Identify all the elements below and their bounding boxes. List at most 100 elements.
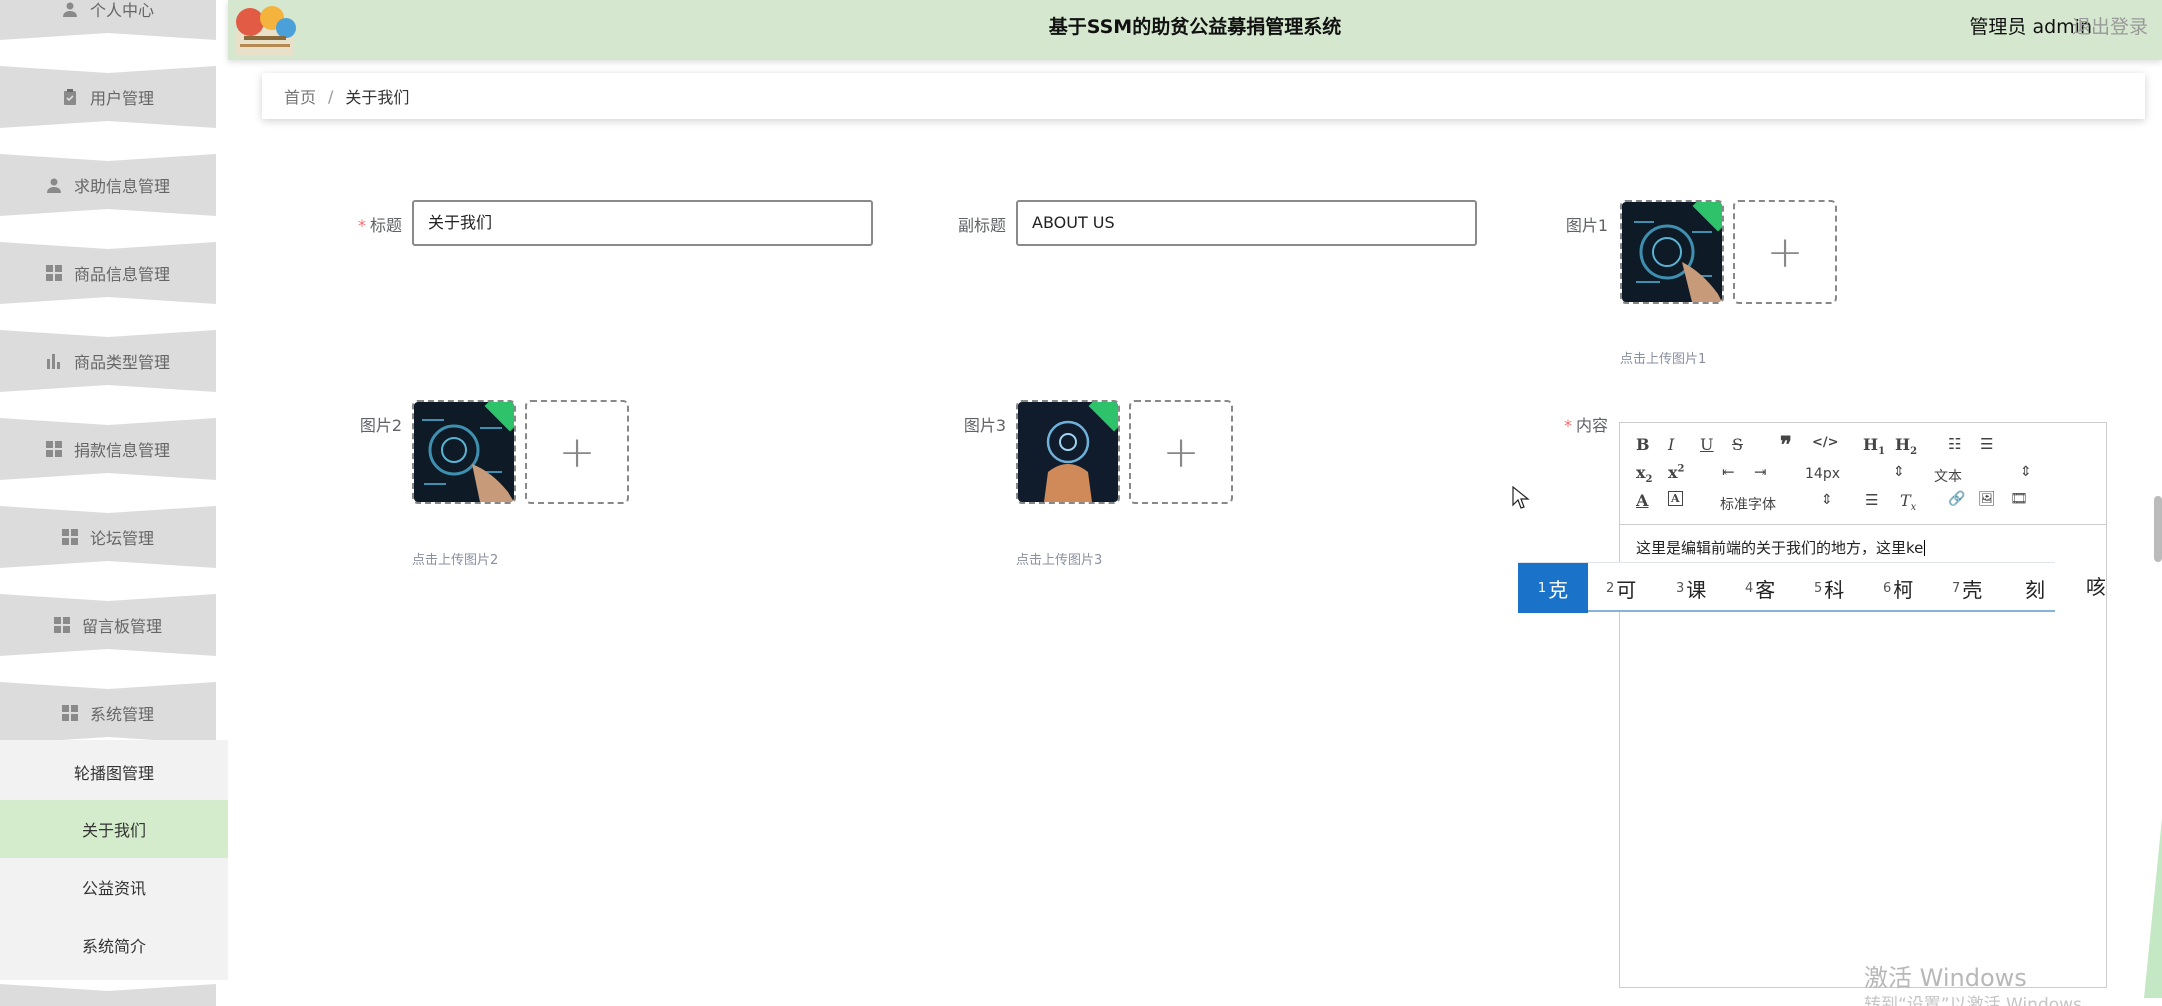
ime-candidate[interactable]: 5科: [1814, 563, 1844, 613]
ime-candidate-num: 4: [1745, 580, 1754, 596]
content-label-text: 内容: [1575, 416, 1608, 435]
grid-icon: [62, 529, 78, 545]
ime-candidate-text: 课: [1686, 577, 1707, 602]
strike-icon[interactable]: S: [1732, 435, 1743, 454]
sidebar-item-goods-info[interactable]: 商品信息管理: [0, 242, 216, 304]
clear-format-icon[interactable]: Tx: [1900, 491, 1916, 513]
ime-candidate-text: 克: [1548, 577, 1569, 602]
sidebar-item-help-info[interactable]: 求助信息管理: [0, 154, 216, 216]
sidebar-subitem-carousel[interactable]: 轮播图管理: [0, 743, 228, 801]
pic1-upload-button[interactable]: +: [1733, 200, 1837, 304]
ime-candidate-num: 7: [1952, 580, 1961, 596]
superscript-icon[interactable]: x2: [1668, 463, 1685, 482]
text-caret: [1924, 540, 1926, 556]
subscript-icon[interactable]: x2: [1636, 463, 1653, 485]
decorative-corner: [2144, 818, 2162, 998]
sidebar: 个人中心 用户管理 求助信息管理 商品信息管理 商品类型管理 捐款信息管理 论坛…: [0, 0, 228, 1006]
ordered-list-icon[interactable]: ☷: [1948, 435, 1961, 453]
ime-candidate-bar: 1克 2可 3课 4客 5科 6柯 7壳 刻: [1518, 562, 2055, 613]
title-input[interactable]: 关于我们: [412, 200, 873, 246]
sidebar-item-forum[interactable]: 论坛管理: [0, 506, 216, 568]
image-icon[interactable]: 🖼: [1978, 491, 1996, 507]
outdent-icon[interactable]: ⇤: [1722, 463, 1735, 481]
bullet-list-icon[interactable]: ☰: [1980, 435, 1993, 453]
sidebar-subitem-about-us[interactable]: 关于我们: [0, 800, 228, 858]
ime-candidate[interactable]: 2可: [1606, 563, 1636, 613]
ime-candidate-text: 可: [1616, 577, 1637, 602]
italic-icon[interactable]: I: [1668, 435, 1674, 454]
ime-candidate[interactable]: 刻: [2025, 563, 2045, 613]
background-color-icon[interactable]: A: [1668, 491, 1683, 506]
video-icon[interactable]: 🎞: [2010, 491, 2028, 507]
grid-icon: [46, 441, 62, 457]
sidebar-item-user-management[interactable]: 用户管理: [0, 66, 216, 128]
pic2-upload-button[interactable]: +: [525, 400, 629, 504]
ime-candidate-num: 1: [1537, 580, 1547, 596]
pic3-thumbnail[interactable]: [1016, 400, 1120, 504]
app-root: { "header": { "title": "基于SSM的助贫公益募捐管理系统…: [0, 0, 2162, 1006]
activation-watermark-title: 激活 Windows: [1864, 964, 2027, 992]
sidebar-item-label: 用户管理: [89, 89, 154, 108]
ime-candidate[interactable]: 4客: [1745, 563, 1775, 613]
font-family-select[interactable]: 标准字体: [1720, 494, 1776, 514]
sidebar-item-message-board[interactable]: 留言板管理: [0, 594, 216, 656]
ime-candidate-text: 科: [1824, 577, 1845, 602]
sidebar-item-partial[interactable]: [0, 984, 216, 1006]
ime-candidate-extra[interactable]: 咳: [2086, 562, 2106, 612]
ime-candidate[interactable]: 7壳: [1952, 563, 1982, 613]
ime-candidate[interactable]: 1克: [1518, 563, 1588, 613]
breadcrumb-current: 关于我们: [345, 88, 410, 107]
sidebar-item-label: 商品信息管理: [73, 265, 170, 284]
sidebar-item-label: 个人中心: [89, 1, 154, 20]
font-size-select[interactable]: 14px: [1805, 466, 1840, 482]
system-title: 基于SSM的助贫公益募捐管理系统: [1048, 16, 1342, 38]
pic1-thumbnail[interactable]: [1620, 200, 1724, 304]
indent-icon[interactable]: ⇥: [1754, 463, 1767, 481]
page-scrollbar[interactable]: [2154, 496, 2162, 562]
sidebar-item-goods-type[interactable]: 商品类型管理: [0, 330, 216, 392]
block-type-select[interactable]: 文本: [1934, 466, 1962, 486]
ime-candidate[interactable]: 6柯: [1883, 563, 1913, 613]
sidebar-item-label: 捐款信息管理: [73, 441, 170, 460]
editor-content[interactable]: 这里是编辑前端的关于我们的地方，这里ke: [1636, 537, 1926, 558]
activation-watermark-subtitle: 转到“设置”以激活 Windows: [1864, 995, 2082, 1006]
grid-icon: [54, 617, 70, 633]
sidebar-item-donation-info[interactable]: 捐款信息管理: [0, 418, 216, 480]
pic2-thumbnail[interactable]: [412, 400, 516, 504]
ime-candidate[interactable]: 3课: [1676, 563, 1706, 613]
align-icon[interactable]: ☰: [1865, 491, 1878, 509]
sidebar-item-system-management[interactable]: 系统管理: [0, 682, 216, 744]
content-label: * 内容: [1550, 412, 1608, 436]
mouse-cursor-icon: [1512, 486, 1530, 509]
sidebar-item-label: 商品类型管理: [73, 353, 170, 372]
user-icon: [46, 177, 62, 193]
h2-icon[interactable]: H2: [1895, 435, 1917, 457]
sidebar-subitem-system-intro[interactable]: 系统简介: [0, 916, 228, 974]
ime-candidate-text: 客: [1755, 577, 1776, 602]
title-label: * 标题: [352, 212, 402, 236]
logout-link[interactable]: 退出登录: [2072, 0, 2148, 54]
top-header: 基于SSM的助贫公益募捐管理系统 管理员 admin 退出登录: [228, 0, 2162, 60]
ime-candidate-num: 6: [1883, 580, 1892, 596]
quote-icon[interactable]: ❞: [1780, 432, 1792, 458]
h1-icon[interactable]: H1: [1863, 435, 1885, 457]
code-icon[interactable]: </>: [1812, 435, 1839, 450]
pic2-hint: 点击上传图片2: [412, 553, 499, 568]
pic3-upload-button[interactable]: +: [1129, 400, 1233, 504]
chevron-updown-icon: ⇕: [1821, 492, 1833, 508]
breadcrumb-home[interactable]: 首页: [284, 84, 316, 108]
sidebar-item-personal-center[interactable]: 个人中心: [0, 0, 216, 40]
underline-icon[interactable]: U: [1700, 435, 1713, 454]
sidebar-subitem-charity-news[interactable]: 公益资讯: [0, 858, 228, 916]
bar-chart-icon: [46, 353, 62, 369]
sidebar-item-label: 论坛管理: [89, 529, 154, 548]
required-mark: *: [1563, 416, 1572, 435]
rich-text-editor[interactable]: B I U S ❞ </> H1 H2 ☷ ☰ x2 x2 ⇤ ⇥ 14px ⇕…: [1619, 422, 2107, 988]
font-color-icon[interactable]: A: [1636, 491, 1648, 510]
bold-icon[interactable]: B: [1636, 435, 1650, 454]
link-icon[interactable]: 🔗: [1948, 491, 1965, 507]
grid-icon: [46, 265, 62, 281]
ime-candidate-num: 3: [1676, 580, 1685, 596]
ime-candidate-num: 2: [1606, 580, 1615, 596]
subtitle-input[interactable]: ABOUT US: [1016, 200, 1477, 246]
